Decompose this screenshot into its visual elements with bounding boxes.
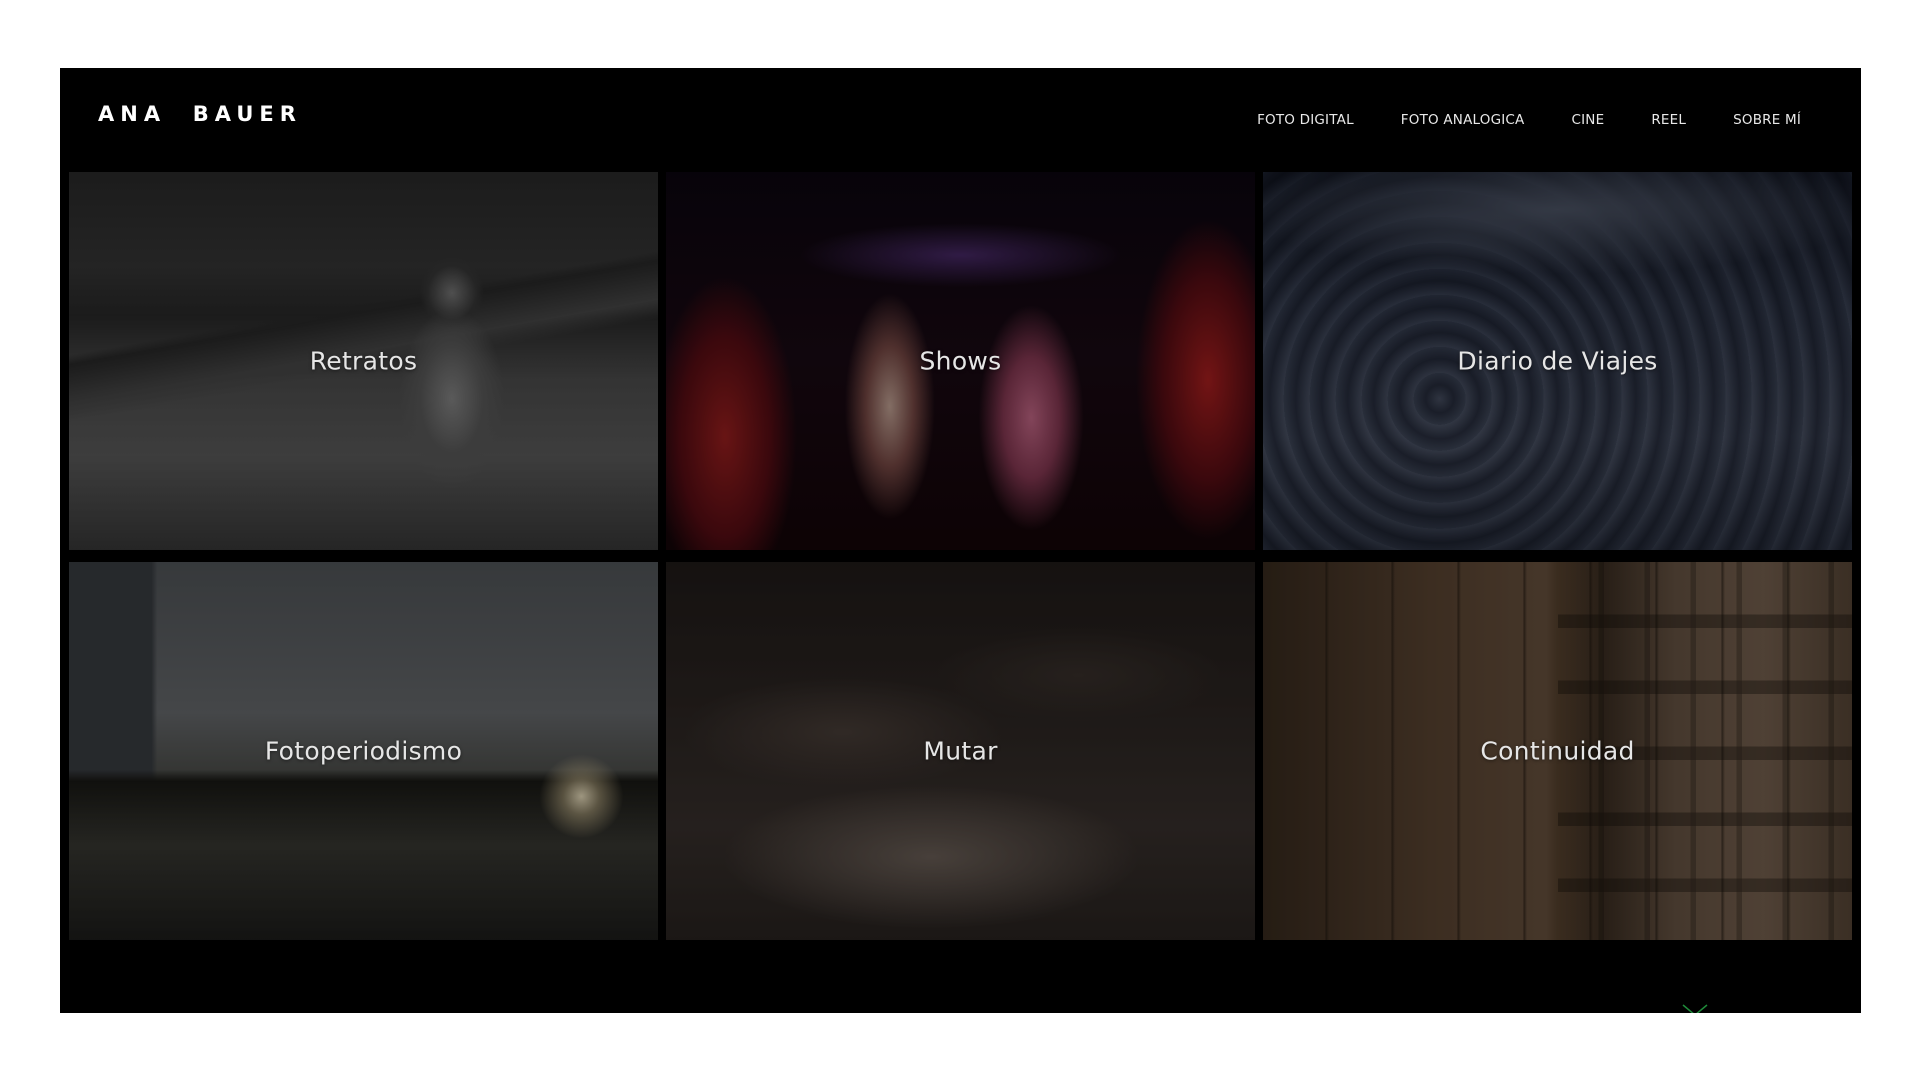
gallery-tile-diario-de-viajes[interactable]: Diario de Viajes <box>1263 172 1852 550</box>
main-nav: FOTO DIGITAL FOTO ANALOGICA CINE REEL SO… <box>1210 112 1801 128</box>
nav-item-reel[interactable]: REEL <box>1651 112 1686 128</box>
nav-item-foto-digital[interactable]: FOTO DIGITAL <box>1257 112 1354 128</box>
gallery-tile-label: Retratos <box>309 346 418 376</box>
gallery-tile-label: Shows <box>919 346 1002 376</box>
gallery-tile-shows[interactable]: Shows <box>666 172 1255 550</box>
gallery-tile-label: Fotoperiodismo <box>264 736 463 766</box>
gallery-tile-label: Diario de Viajes <box>1457 346 1658 376</box>
site-logo[interactable]: ANA BAUER <box>98 102 302 126</box>
gallery-tile-retratos[interactable]: Retratos <box>69 172 658 550</box>
nav-item-sobre-mi[interactable]: SOBRE MÍ <box>1733 112 1801 128</box>
gallery-tile-label: Mutar <box>923 736 998 766</box>
chevron-down-icon[interactable] <box>1681 1004 1709 1013</box>
nav-item-cine[interactable]: CINE <box>1572 112 1605 128</box>
gallery-tile-continuidad[interactable]: Continuidad <box>1263 562 1852 940</box>
header: ANA BAUER FOTO DIGITAL FOTO ANALOGICA CI… <box>60 68 1861 172</box>
gallery-tile-label: Continuidad <box>1480 736 1635 766</box>
gallery-tile-fotoperiodismo[interactable]: Fotoperiodismo <box>69 562 658 940</box>
site-container: ANA BAUER FOTO DIGITAL FOTO ANALOGICA CI… <box>60 68 1861 1013</box>
nav-item-foto-analogica[interactable]: FOTO ANALOGICA <box>1401 112 1525 128</box>
gallery-tile-mutar[interactable]: Mutar <box>666 562 1255 940</box>
gallery-grid: Retratos Shows Diario de Viajes Fotoperi… <box>69 172 1852 940</box>
